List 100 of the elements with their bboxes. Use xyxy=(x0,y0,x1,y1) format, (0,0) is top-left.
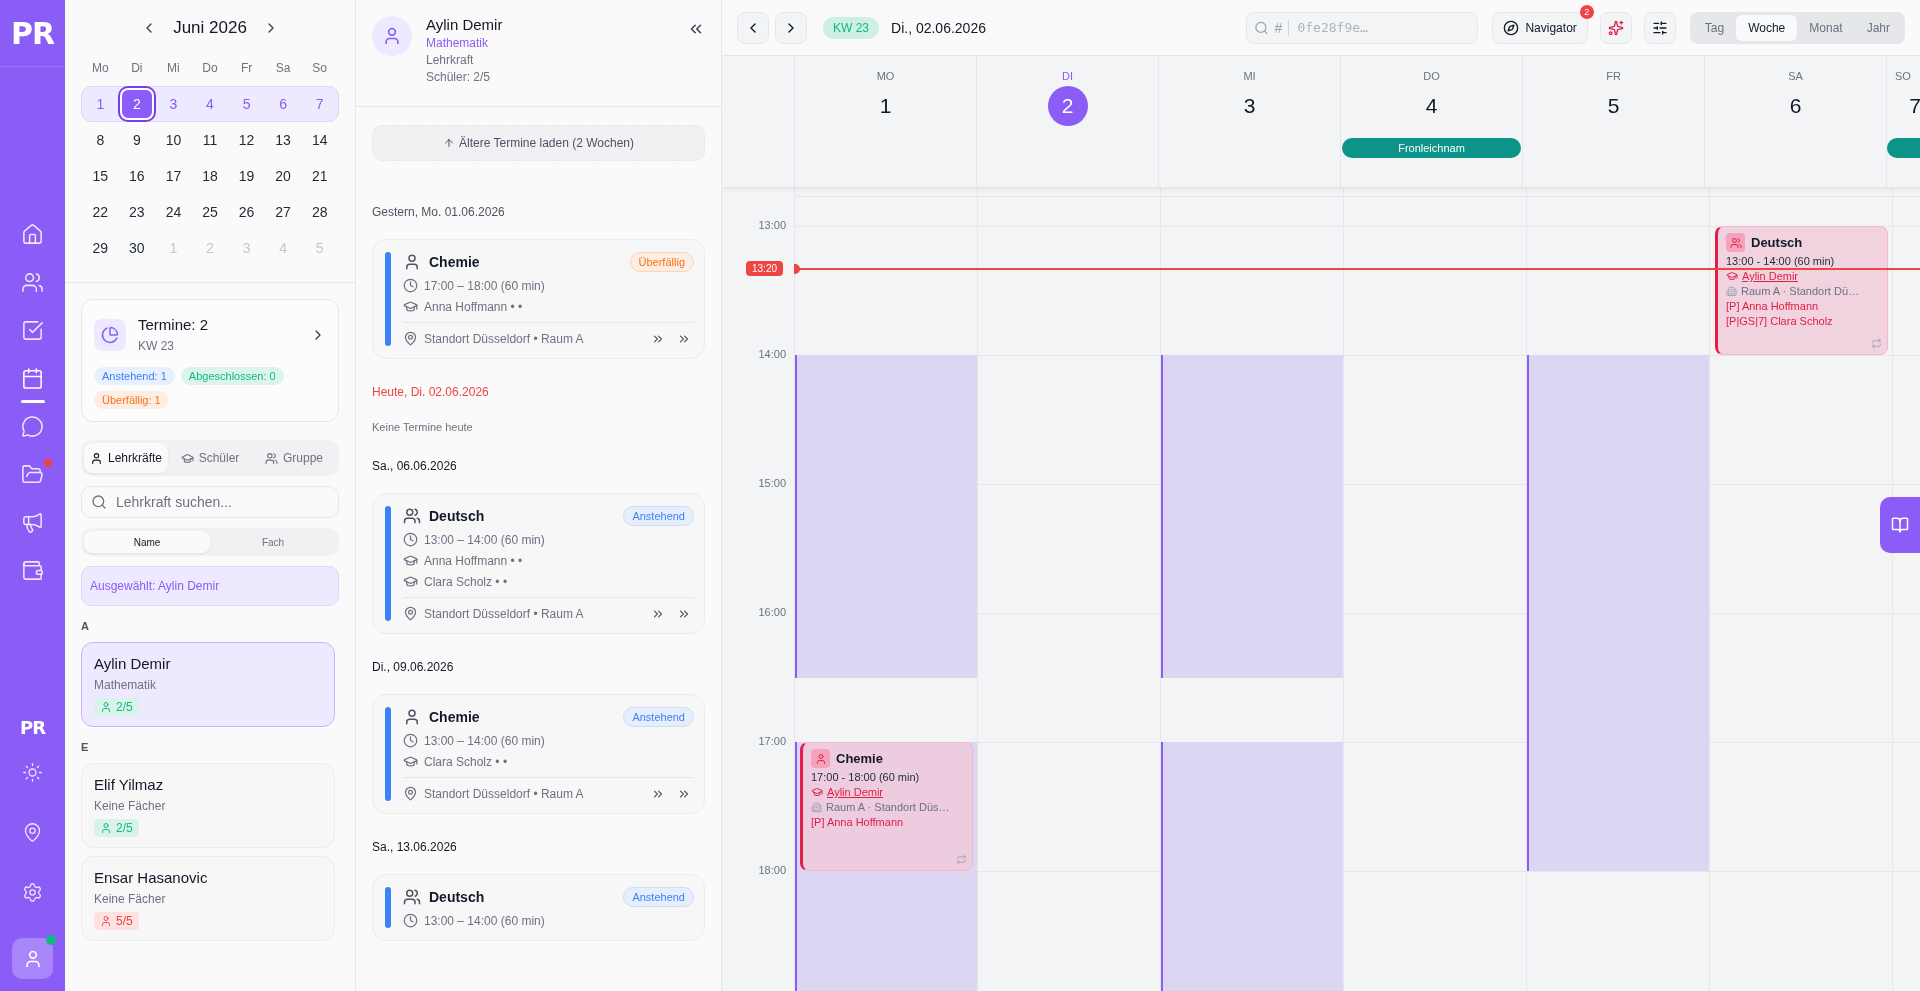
clock-icon xyxy=(403,532,418,547)
calendar-day[interactable]: 23 xyxy=(119,196,154,228)
calendar-day[interactable]: 24 xyxy=(156,196,191,228)
view-tab[interactable]: Woche xyxy=(1736,14,1798,41)
teacher-subject: Keine Fächer xyxy=(94,799,166,813)
teacher-card[interactable]: Ensar Hasanovic Keine Fächer 5/5 xyxy=(81,856,335,941)
weekday-label: SA xyxy=(1788,70,1803,82)
user-avatar[interactable] xyxy=(12,938,53,979)
status-badge: Überfällig xyxy=(629,252,694,272)
calendar-day[interactable]: 21 xyxy=(302,160,337,192)
calendar-day[interactable]: 27 xyxy=(266,196,301,228)
group-letter: E xyxy=(81,741,90,753)
calendar-event[interactable]: Chemie 17:00 - 18:00 (60 min) Aylin Demir Raum A · Standort Düs… [P] Anna Hoffmann xyxy=(800,742,973,871)
teacher-subject: Mathematik xyxy=(426,36,490,50)
teacher-card[interactable]: Aylin Demir Mathematik 2/5 xyxy=(81,642,335,727)
calendar-day[interactable]: 28 xyxy=(302,196,337,228)
status-badge: Anstehend xyxy=(623,506,694,526)
view-tab[interactable]: Tag xyxy=(1692,14,1737,41)
calendar-day[interactable]: 5 xyxy=(229,88,264,120)
search-field[interactable]: Lehrkraft suchen... xyxy=(81,486,339,518)
hour-label: 15:00 xyxy=(758,477,786,489)
calendar-day[interactable]: 9 xyxy=(119,124,154,156)
sparkle-button[interactable] xyxy=(1599,11,1632,44)
calendar-day[interactable]: 16 xyxy=(119,160,154,192)
calendar-day[interactable]: 11 xyxy=(193,124,227,156)
users-icon xyxy=(21,271,44,294)
summary-title: Termine: 2 xyxy=(138,316,210,333)
arrow-up-icon xyxy=(443,137,455,149)
tab[interactable]: Gruppe xyxy=(252,443,336,473)
calendar-day[interactable]: 13 xyxy=(266,124,301,156)
filter-button[interactable] xyxy=(1643,11,1676,44)
participant-name: Clara Scholz • • xyxy=(424,574,508,589)
appointment-card[interactable]: Chemie Anstehend 13:00 – 14:00 (60 min) Clara Scholz • • Standort Düsseldorf • Raum A xyxy=(372,694,705,814)
tab[interactable]: Lehrkräfte xyxy=(84,443,169,473)
calendar-day[interactable]: 17 xyxy=(156,160,191,192)
map-pin-icon xyxy=(22,822,43,843)
logo: PR xyxy=(10,15,55,51)
appointment-time: 13:00 – 14:00 (60 min) xyxy=(424,532,545,547)
appointment-card[interactable]: Chemie Überfällig 17:00 – 18:00 (60 min) Anna Hoffmann • • Standort Düsseldorf • Raum A xyxy=(372,239,705,359)
calendar-day[interactable]: 10 xyxy=(156,124,191,156)
date-heading: Sa., 06.06.2026 xyxy=(372,458,458,475)
tab[interactable]: Schüler xyxy=(168,443,252,473)
calendar-day[interactable]: 4 xyxy=(193,88,227,120)
view-tab[interactable]: Jahr xyxy=(1854,14,1902,41)
calendar-day[interactable]: 26 xyxy=(229,196,264,228)
day-number: 3 xyxy=(1242,93,1257,119)
appointment-subject: Chemie xyxy=(429,254,481,270)
calendar-day[interactable]: 19 xyxy=(229,160,264,192)
calendar-day[interactable]: 30 xyxy=(119,232,154,264)
calendar-day[interactable]: 15 xyxy=(83,160,118,192)
calendar-day[interactable]: 14 xyxy=(302,124,337,156)
holiday-banner: Fronleichnam xyxy=(1342,138,1521,158)
status-chip: Anstehend: 1 xyxy=(94,367,175,385)
person-icon xyxy=(90,451,103,465)
previous-week-button[interactable] xyxy=(737,11,769,44)
hour-label: 16:00 xyxy=(758,606,786,618)
appointment-card[interactable]: Deutsch Anstehend 13:00 – 14:00 (60 min) Anna Hoffmann • • Clara Scholz • • Standort Düsseldorf • Raum A xyxy=(372,493,705,634)
sort-option[interactable]: Name xyxy=(84,531,210,553)
clock-icon xyxy=(403,733,418,748)
repeat-icon xyxy=(956,854,967,865)
load-older-button[interactable]: Ältere Termine laden (2 Wochen) xyxy=(372,125,705,161)
checkbox-icon xyxy=(21,319,44,342)
appointment-time: 17:00 – 18:00 (60 min) xyxy=(424,278,545,293)
participant-name: [P] Anna Hoffmann xyxy=(1726,300,1820,312)
appointment-card[interactable]: Deutsch Anstehend 13:00 – 14:00 (60 min) xyxy=(372,874,705,941)
person-icon xyxy=(811,749,830,768)
next-week-button[interactable] xyxy=(775,11,807,44)
calendar-event[interactable]: Deutsch 13:00 - 14:00 (60 min) Aylin Demir Raum A · Standort Dü… [P] Anna Hoffmann [P|GS|7] Clara Scholz xyxy=(1715,226,1888,355)
person-avatar xyxy=(372,16,412,56)
calendar-day[interactable]: 25 xyxy=(193,196,227,228)
student-count: 2/5 xyxy=(94,819,139,837)
calendar-day[interactable]: 2 xyxy=(119,88,154,120)
graduation-cap-icon xyxy=(403,299,418,314)
wallet-icon xyxy=(21,559,44,582)
calendar-day[interactable]: 12 xyxy=(229,124,264,156)
guide-button[interactable] xyxy=(1880,497,1920,553)
view-tab[interactable]: Monat xyxy=(1797,14,1855,41)
calendar-day[interactable]: 8 xyxy=(83,124,118,156)
calendar-day[interactable]: 18 xyxy=(193,160,227,192)
student-count: 5/5 xyxy=(94,912,139,930)
date-heading: Di., 09.06.2026 xyxy=(372,659,455,676)
graduation-cap-icon xyxy=(811,786,823,798)
building-icon xyxy=(1726,285,1737,297)
sort-option[interactable]: Fach xyxy=(210,531,336,553)
teacher-card[interactable]: Elif Yilmaz Keine Fächer 2/5 xyxy=(81,763,335,848)
event-room: Raum A · Standort Dü… xyxy=(1741,285,1859,297)
calendar-day[interactable]: 6 xyxy=(266,88,301,120)
summary-subtitle: KW 23 xyxy=(138,339,175,353)
book-icon xyxy=(1891,516,1909,534)
hour-label: 17:00 xyxy=(758,735,786,747)
calendar-day[interactable]: 3 xyxy=(156,88,191,120)
calendar-day[interactable]: 1 xyxy=(83,88,118,120)
calendar-day[interactable]: 22 xyxy=(83,196,118,228)
calendar-day[interactable]: 20 xyxy=(266,160,301,192)
person-icon xyxy=(403,708,421,726)
calendar-day[interactable]: 7 xyxy=(302,88,337,120)
appointment-location: Standort Düsseldorf • Raum A xyxy=(424,606,585,621)
date-heading: Sa., 13.06.2026 xyxy=(372,839,458,856)
weekday-label: SO xyxy=(1895,70,1911,82)
calendar-day[interactable]: 29 xyxy=(83,232,118,264)
